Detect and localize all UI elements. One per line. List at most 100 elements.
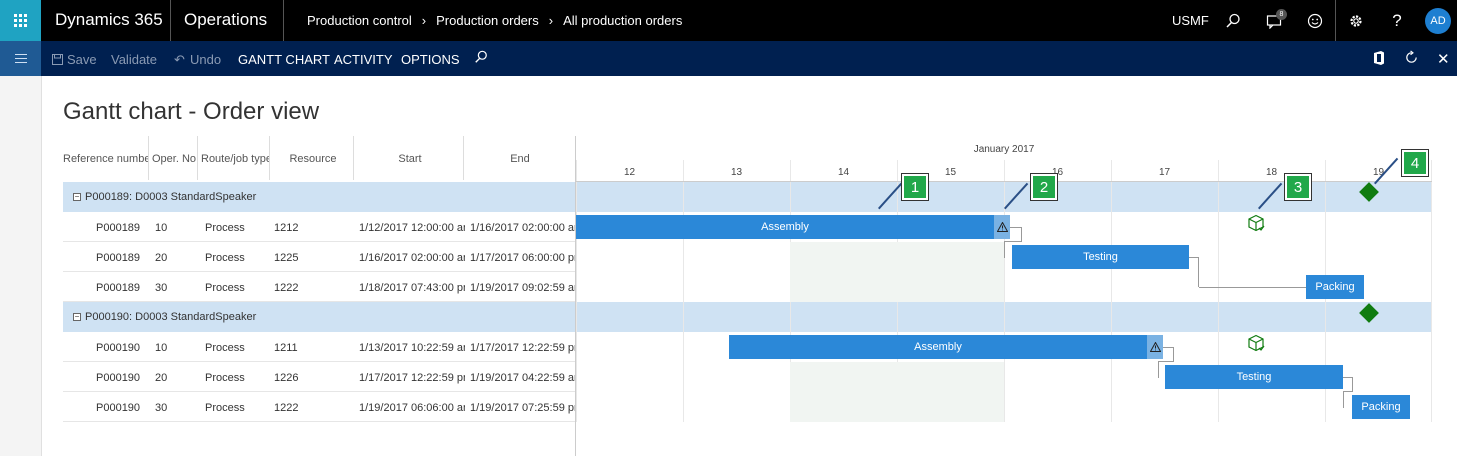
callout-pointer (1004, 182, 1029, 210)
gear-icon[interactable] (1346, 11, 1366, 31)
cell-reference: P000189 (96, 282, 141, 294)
callout-pointer (878, 182, 903, 210)
day-label: 17 (1158, 167, 1171, 178)
office-icon[interactable] (1373, 51, 1385, 68)
callout-1: 1 (901, 173, 929, 201)
table-row[interactable]: P000189 10 Process 1212 1/12/2017 12:00:… (63, 212, 575, 242)
column-header-end[interactable]: End (467, 153, 573, 165)
undo-button[interactable]: Undo (190, 52, 221, 67)
help-icon[interactable]: ? (1387, 11, 1407, 31)
milestone-diamond-icon[interactable] (1359, 303, 1379, 323)
dependency-link (1163, 347, 1174, 361)
column-divider[interactable] (463, 136, 464, 180)
gantt-bar-packing[interactable]: Packing (1306, 275, 1364, 299)
top-navigation-bar: Dynamics 365 Operations Production contr… (0, 0, 1457, 41)
table-row[interactable]: P000190 20 Process 1226 1/17/2017 12:22:… (63, 362, 575, 392)
gantt-bar-packing[interactable]: Packing (1352, 395, 1410, 419)
feedback-smiley-icon[interactable] (1305, 11, 1325, 31)
cell-start: 1/16/2017 02:00:00 am (359, 252, 465, 264)
day-gridline (683, 160, 684, 422)
day-label: 16 (1051, 167, 1064, 178)
callout-2: 2 (1030, 173, 1058, 201)
divider (170, 0, 171, 41)
gantt-timeline: January 2017 12 13 14 15 16 17 18 19 Ass… (576, 136, 1432, 456)
cell-end: 1/17/2017 12:22:59 pm (470, 342, 575, 354)
tab-options[interactable]: OPTIONS (401, 52, 460, 67)
cell-resource: 1212 (274, 222, 299, 234)
cell-start: 1/17/2017 12:22:59 pm (359, 372, 465, 384)
save-button[interactable]: Save (67, 52, 97, 67)
column-header-resource[interactable]: Resource (273, 153, 353, 165)
gantt-bar-testing[interactable]: Testing (1165, 365, 1343, 389)
collapse-icon[interactable]: − (73, 313, 81, 321)
validate-button[interactable]: Validate (111, 52, 157, 67)
gantt-bar-assembly[interactable]: Assembly (729, 335, 1147, 359)
table-row[interactable]: P000190 30 Process 1222 1/19/2017 06:06:… (63, 392, 575, 422)
group-label: P000190: D0003 StandardSpeaker (85, 311, 257, 323)
app-name[interactable]: Dynamics 365 (55, 10, 163, 30)
breadcrumb-item[interactable]: Production orders (436, 13, 539, 28)
avatar[interactable]: AD (1425, 8, 1451, 34)
day-gridline (1111, 160, 1112, 422)
cell-resource: 1222 (274, 402, 299, 414)
cell-reference: P000190 (96, 372, 141, 384)
cell-end: 1/19/2017 09:02:59 am (470, 282, 575, 294)
column-header-route-job-type[interactable]: Route/job type (201, 153, 269, 165)
non-working-shading (790, 362, 1004, 422)
company-picker[interactable]: USMF (1172, 13, 1209, 28)
breadcrumb-item[interactable]: All production orders (563, 13, 682, 28)
refresh-icon[interactable] (1404, 50, 1419, 68)
tab-gantt-chart[interactable]: GANTT CHART (238, 52, 330, 67)
cell-oper-no: 20 (155, 252, 168, 264)
collapse-icon[interactable]: − (73, 193, 81, 201)
breadcrumb-item[interactable]: Production control (307, 13, 412, 28)
cell-reference: P000190 (96, 402, 141, 414)
cell-resource: 1226 (274, 372, 299, 384)
column-header-start[interactable]: Start (357, 153, 463, 165)
package-icon[interactable] (1246, 213, 1266, 233)
gantt-bar-testing[interactable]: Testing (1012, 245, 1189, 269)
column-divider[interactable] (197, 136, 198, 180)
cell-route-type: Process (205, 372, 245, 384)
non-working-shading (790, 242, 1004, 302)
package-icon[interactable] (1246, 333, 1266, 353)
search-icon[interactable] (1223, 11, 1243, 31)
dependency-link (1199, 287, 1306, 288)
cell-reference: P000190 (96, 342, 141, 354)
action-pane: Save Validate ↶ Undo GANTT CHART ACTIVIT… (0, 41, 1457, 76)
warning-icon[interactable] (1147, 335, 1163, 359)
warning-icon[interactable] (994, 215, 1010, 239)
tab-activity[interactable]: ACTIVITY (334, 52, 393, 67)
table-row[interactable]: P000189 30 Process 1222 1/18/2017 07:43:… (63, 272, 575, 302)
column-divider[interactable] (269, 136, 270, 180)
cell-start: 1/19/2017 06:06:00 am (359, 402, 465, 414)
cell-route-type: Process (205, 222, 245, 234)
milestone-diamond-icon[interactable] (1359, 182, 1379, 202)
search-icon[interactable] (474, 50, 488, 67)
column-header-reference-number[interactable]: Reference number (63, 153, 148, 165)
save-icon (52, 52, 63, 67)
cell-route-type: Process (205, 282, 245, 294)
group-label: P000189: D0003 StandardSpeaker (85, 191, 257, 203)
cell-end: 1/19/2017 04:22:59 am (470, 372, 575, 384)
module-name[interactable]: Operations (184, 10, 267, 30)
column-header-oper-no[interactable]: Oper. No. (152, 153, 197, 165)
navigation-menu-button[interactable] (0, 41, 41, 76)
dependency-link (1010, 227, 1022, 241)
gantt-bar-assembly[interactable]: Assembly (576, 215, 994, 239)
cell-end: 1/17/2017 06:00:00 pm (470, 252, 575, 264)
day-gridline (1431, 160, 1432, 422)
table-row[interactable]: P000189 20 Process 1225 1/16/2017 02:00:… (63, 242, 575, 272)
cell-reference: P000189 (96, 252, 141, 264)
column-divider[interactable] (148, 136, 149, 180)
month-label: January 2017 (973, 144, 1035, 155)
app-launcher-button[interactable] (0, 0, 41, 41)
cell-reference: P000189 (96, 222, 141, 234)
cell-start: 1/12/2017 12:00:00 am (359, 222, 465, 234)
table-row[interactable]: P000190 10 Process 1211 1/13/2017 10:22:… (63, 332, 575, 362)
cell-start: 1/13/2017 10:22:59 am (359, 342, 465, 354)
cell-route-type: Process (205, 342, 245, 354)
day-label: 13 (730, 167, 743, 178)
close-icon[interactable]: ✕ (1437, 50, 1450, 68)
column-divider[interactable] (353, 136, 354, 180)
